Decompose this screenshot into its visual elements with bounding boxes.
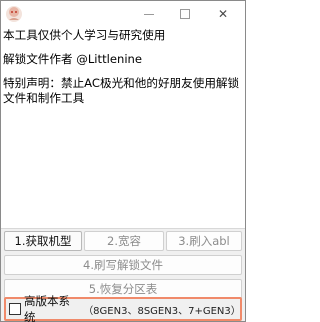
minimize-icon: [144, 13, 154, 15]
flash-unlock-file-button[interactable]: 4.刷写解锁文件: [4, 255, 242, 275]
title-bar[interactable]: ✕: [1, 1, 245, 27]
app-window: ✕ 本工具仅供个人学习与研究使用 解锁文件作者 @Littlenine 特别声明…: [0, 0, 246, 322]
high-version-system-option[interactable]: 高版本系统 （8GEN3、8SGEN3、7+GEN3）: [4, 294, 242, 322]
wide-button[interactable]: 2.宽容: [84, 231, 164, 251]
flash-abl-button[interactable]: 3.刷入abl: [166, 231, 242, 251]
log-line: 解锁文件作者 @Littlenine: [3, 52, 143, 66]
get-model-button[interactable]: 1.获取机型: [4, 231, 82, 251]
app-avatar-icon: [5, 5, 23, 23]
checkbox-label: 高版本系统: [23, 294, 70, 322]
minimize-button[interactable]: [131, 1, 167, 27]
high-version-checkbox[interactable]: [9, 303, 21, 315]
maximize-icon: [180, 9, 190, 19]
log-output[interactable]: 本工具仅供个人学习与研究使用 解锁文件作者 @Littlenine 特别声明：禁…: [1, 27, 245, 229]
log-line: 本工具仅供个人学习与研究使用: [3, 28, 166, 42]
maximize-button[interactable]: [167, 1, 203, 27]
close-button[interactable]: ✕: [205, 1, 241, 27]
checkbox-note: （8GEN3、8SGEN3、7+GEN3）: [83, 305, 241, 317]
log-line: 特别声明：禁止AC极光和他的好朋友使用解锁文件和制作工具: [3, 76, 240, 105]
close-icon: ✕: [217, 7, 229, 21]
